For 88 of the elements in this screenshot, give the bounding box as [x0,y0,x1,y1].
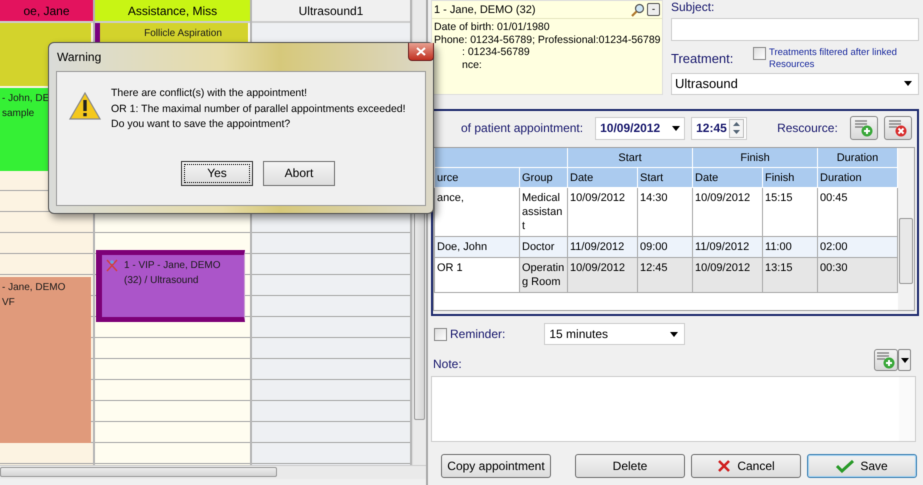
action-button[interactable]: Copy appointment [441,454,551,478]
appointment-text: (32) / Ultrasound [124,274,200,288]
action-button[interactable]: Delete [575,454,685,478]
warning-icon [69,92,101,120]
appointment-text: Follicle Aspiration [143,27,223,41]
date-picker[interactable]: 10/09/2012 [595,116,686,140]
time-field[interactable]: 12:45 [691,116,748,140]
treatment-label: Treatment: [671,51,734,66]
vertical-scrollbar[interactable] [899,377,916,441]
treatment-dropdown[interactable]: Ultrasound [671,72,920,95]
table-cell: Doctor [520,236,568,258]
up-arrow-icon[interactable] [733,122,740,126]
patient-detail: Phone: 01234-56789; Professional:01234-56789 [434,34,660,46]
patient-detail: nce: [461,58,483,71]
dialog-message: There are conflict(s) with the appointment! OR 1: The maximal number of parallel appointments exceeded! Do you want to save the appointment? [111,86,406,132]
subject-label: Subject: [671,0,716,14]
column-header[interactable]: Start [638,168,693,188]
group-header: Duration [818,148,898,168]
table-cell: 10/09/2012 [568,258,638,292]
checkbox[interactable] [434,328,447,340]
collapse-button[interactable]: - [647,3,660,16]
table-cell: 13:15 [762,258,818,292]
list-remove-icon [888,119,908,137]
close-icon [416,47,426,56]
reminder-dropdown[interactable]: 15 minutes [544,323,686,345]
patient-detail: : 01234-56789 [461,46,531,58]
table-cell: 10/09/2012 [692,258,763,292]
appointment-text: - Jane, DEMO [2,281,66,295]
scrollbar-thumb[interactable] [899,218,914,284]
patient-detail: Date of birth: 01/01/1980 [434,21,551,34]
close-icon [717,459,732,473]
table-cell: 09:00 [638,236,693,258]
filter-label: Treatments filtered after linked Resources [769,46,898,70]
note-label: Note: [432,357,463,371]
vertical-scrollbar[interactable] [898,148,914,310]
appointment-text: 1 - VIP - Jane, DEMO [124,259,221,273]
table-cell: 11/09/2012 [568,236,638,258]
caret-icon [904,81,912,86]
table-cell: 00:30 [818,258,898,292]
dropdown-button[interactable] [898,349,912,371]
table-cell: 11:00 [762,236,818,258]
appointment[interactable]: 1 - VIP - Jane, DEMO (32) / Ultrasound [96,250,245,322]
list-add-icon [876,351,896,369]
column-header[interactable]: Group [520,168,568,188]
column-header[interactable]: Finish [762,168,818,188]
column-header: oe, Jane [0,0,93,23]
table-cell: Operating Room [520,258,568,292]
patient-name: 1 - Jane, DEMO (32) [434,4,536,16]
add-resource-button[interactable] [850,116,878,140]
column-header[interactable]: urce [434,168,520,188]
yes-button[interactable]: Yes [181,160,253,186]
caret-icon [672,126,680,130]
remove-resource-button[interactable] [884,116,912,140]
table-cell: 12:45 [638,258,693,292]
column-header[interactable]: Date [692,168,763,188]
table-cell: 02:00 [818,236,898,258]
column-header[interactable]: Date [568,168,638,188]
group-header: Start [568,148,693,168]
column-header: Assistance, Miss [95,0,250,23]
close-button[interactable] [408,43,434,61]
table-cell: 11/09/2012 [692,236,763,258]
appointment-text: sample [2,107,36,121]
horizontal-scrollbar[interactable] [0,465,426,479]
cancel-button[interactable]: Cancel [691,454,801,478]
appointment-text: - John, DE [2,92,50,106]
note-field[interactable] [431,376,916,442]
caret-icon [900,358,909,362]
check-icon [836,459,854,473]
table-cell: OR 1 [434,258,520,292]
save-button[interactable]: Save [807,454,917,478]
resource-label: Rescource: [777,121,838,135]
caret-icon [670,332,678,336]
checkbox[interactable] [753,46,766,60]
appointment-text: VF [2,296,16,310]
cross-icon [106,259,118,272]
appointment-label: of patient appointment: [461,121,584,135]
dialog-title: Warning [57,50,102,64]
appointment[interactable]: - Jane, DEMO VF [0,277,91,443]
search-icon[interactable] [631,2,645,16]
reminder-label: Reminder: [450,327,506,341]
down-arrow-icon[interactable] [733,130,740,134]
scrollbar-thumb[interactable] [0,467,277,477]
abort-button[interactable]: Abort [263,160,335,186]
table-cell: Doe, John [434,236,520,258]
column-header[interactable]: Duration [818,168,898,188]
list-add-icon [854,119,874,137]
group-header: Finish [692,148,818,168]
subject-field[interactable] [671,18,920,40]
